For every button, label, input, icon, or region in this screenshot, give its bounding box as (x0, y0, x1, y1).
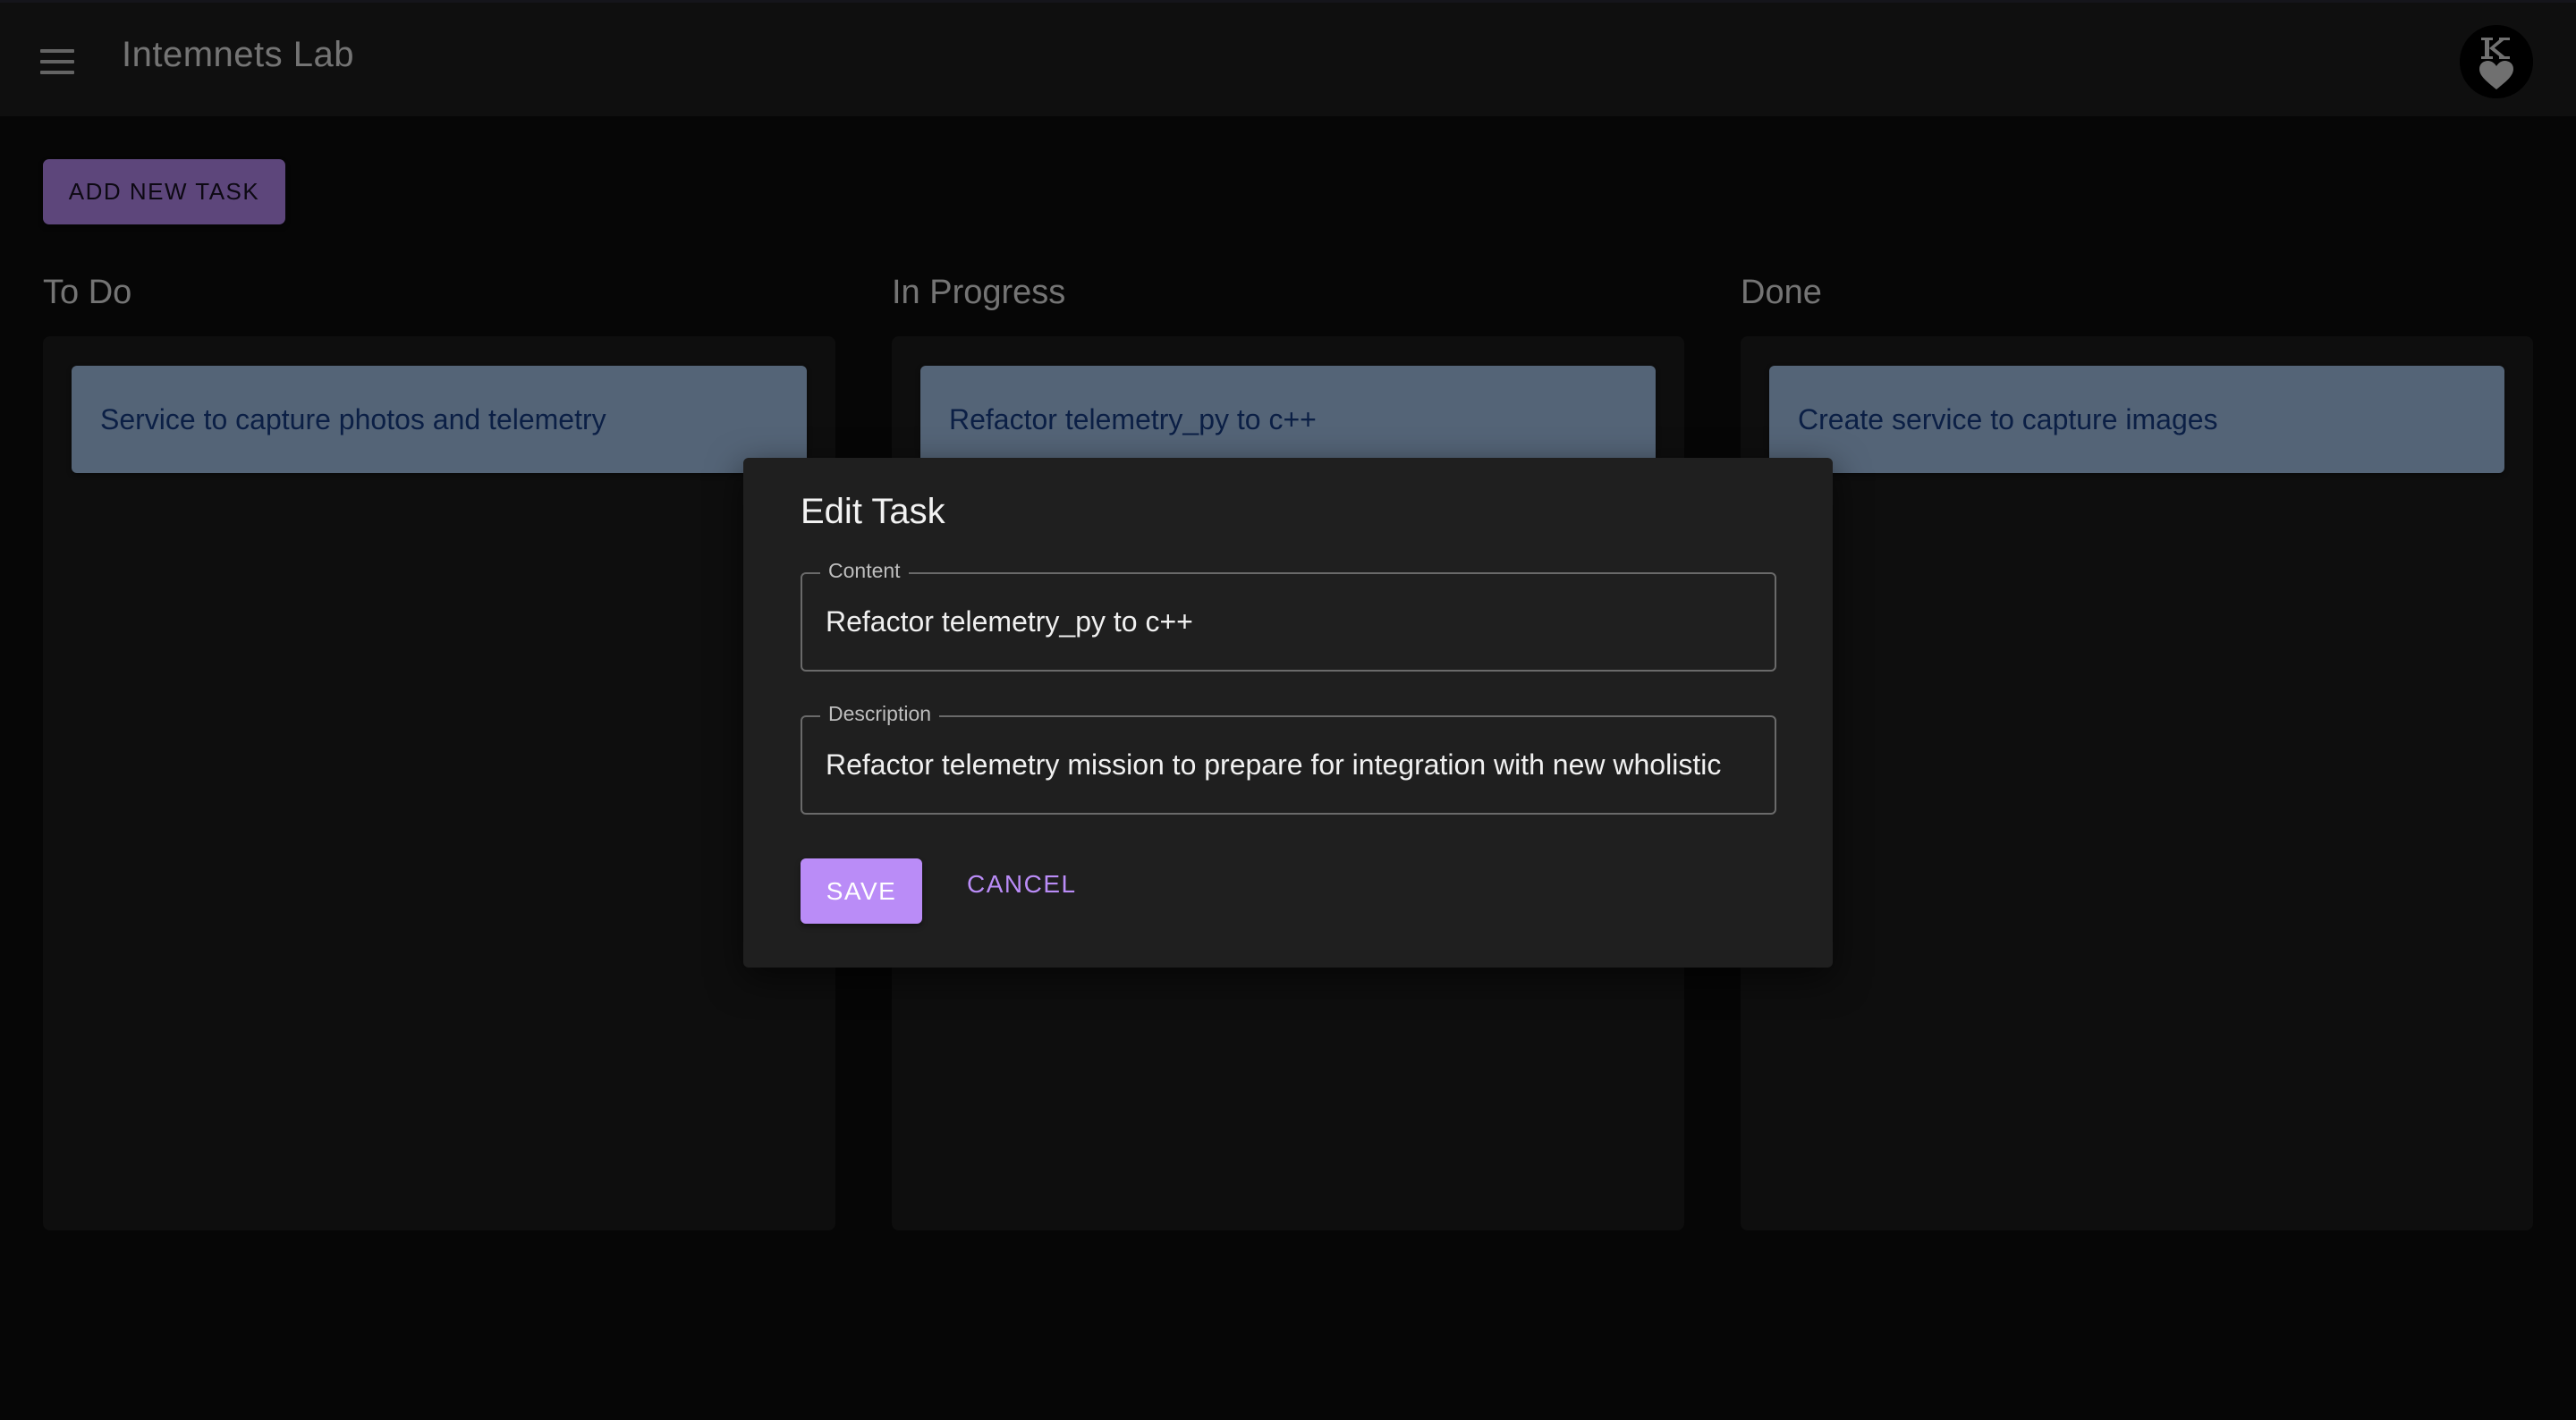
cancel-button[interactable]: CANCEL (954, 851, 1089, 917)
save-button[interactable]: SAVE (801, 858, 922, 924)
edit-task-dialog: Edit Task Content Description SAVE CANCE… (743, 458, 1833, 968)
description-field: Description (801, 702, 1776, 815)
dialog-title: Edit Task (801, 492, 945, 531)
content-input[interactable] (802, 574, 1775, 670)
description-input[interactable] (802, 717, 1775, 813)
content-field: Content (801, 559, 1776, 672)
